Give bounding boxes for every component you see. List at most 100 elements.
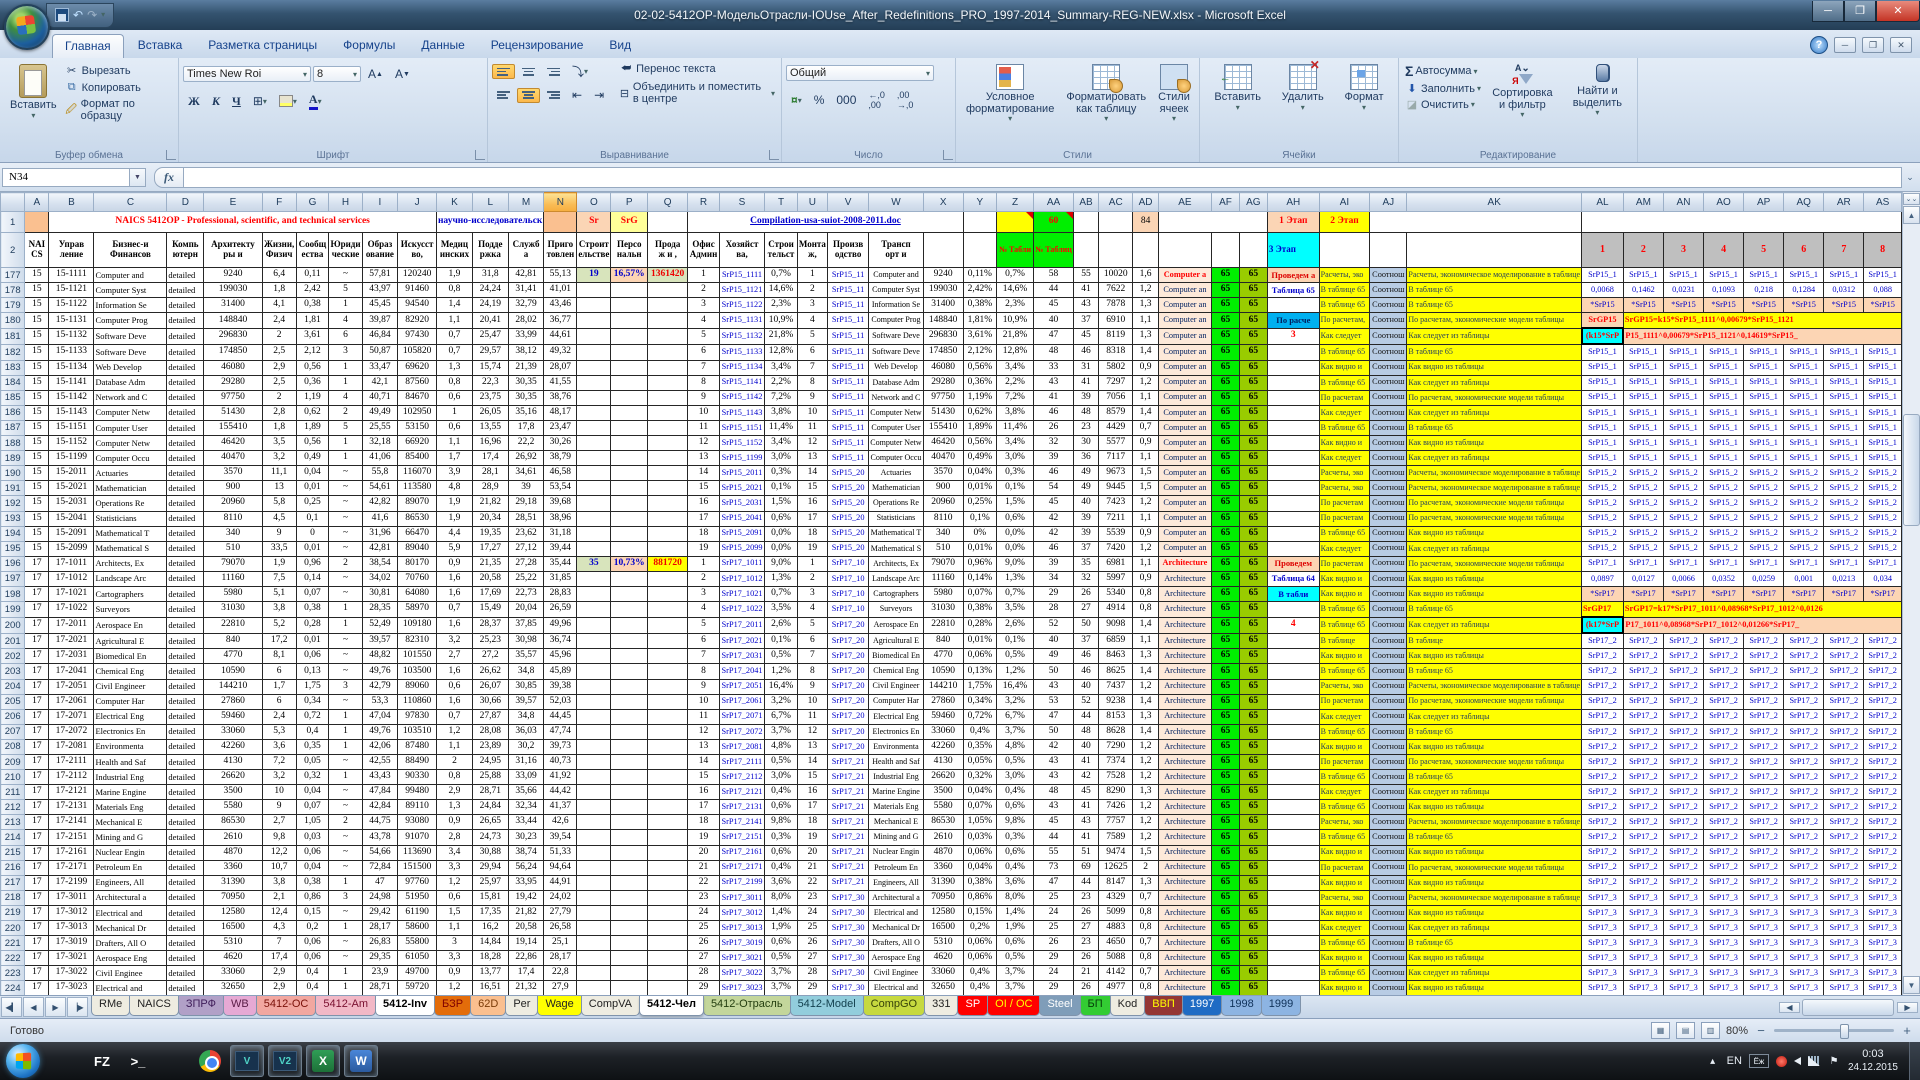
cell[interactable]: 9240 (923, 268, 963, 283)
cell[interactable]: 65 (1212, 981, 1240, 995)
cell[interactable]: 0,6% (997, 936, 1034, 951)
header-cell-D[interactable]: Компьютерн (167, 233, 204, 268)
cell[interactable]: 33060 (923, 724, 963, 739)
cell[interactable]: 53,3 (362, 694, 398, 709)
cell[interactable]: Architecture (1158, 602, 1211, 618)
cell[interactable]: Engineers, All (94, 875, 167, 890)
cell[interactable]: 15-1199 (49, 451, 94, 466)
cell[interactable]: SrP15_20 (827, 541, 868, 556)
cell[interactable]: 1,1 (436, 739, 472, 754)
cell[interactable]: 93080 (398, 815, 437, 830)
cell[interactable]: 1,9 (436, 268, 472, 283)
cell[interactable]: SrP17_3 (1744, 966, 1784, 981)
cell[interactable]: 30,35 (508, 375, 544, 390)
cell[interactable]: Соотнош (1370, 905, 1407, 920)
cell[interactable]: 1,1 (436, 436, 472, 451)
taskbar-icon-filezilla[interactable]: FZ (86, 1046, 118, 1076)
cell[interactable]: SrP17_2 (1784, 785, 1824, 800)
cell[interactable]: SrP17_3022 (719, 966, 764, 981)
format-painter-button[interactable]: 🖉Формат по образцу (63, 97, 174, 123)
cell[interactable]: Mechanical E (869, 815, 923, 830)
row-header-201[interactable]: 201 (1, 633, 25, 649)
cell[interactable]: Surveyors (869, 602, 923, 618)
cell[interactable]: SrP15_2 (1744, 466, 1784, 481)
cell[interactable]: detailed (167, 800, 204, 815)
cell[interactable]: SrP15_2 (1864, 466, 1902, 481)
cell[interactable]: 340 (204, 526, 263, 541)
header-cell-AK[interactable] (1407, 233, 1582, 268)
cell[interactable]: 91070 (398, 830, 437, 845)
cell[interactable]: 17-2131 (49, 800, 94, 815)
cell[interactable]: Architecture (1158, 649, 1211, 664)
header-cell-AO[interactable]: 4 (1704, 233, 1744, 268)
cell[interactable]: 65 (1212, 511, 1240, 526)
cell[interactable]: По расчетам, экономические модели таблиц… (1407, 511, 1582, 526)
cell[interactable]: Computer an (1158, 526, 1211, 541)
cell[interactable] (611, 770, 648, 785)
cell[interactable]: 199030 (204, 283, 263, 298)
cell[interactable] (963, 212, 996, 233)
cell[interactable]: Как следует из таблицы (1407, 328, 1582, 344)
cell[interactable]: 3 (797, 298, 827, 313)
cell[interactable]: 16,2 (472, 921, 508, 936)
cell[interactable] (611, 298, 648, 313)
row-header-212[interactable]: 212 (1, 800, 25, 815)
cell[interactable]: SrP17_2 (1663, 694, 1703, 709)
cell[interactable]: SrP17_2 (1582, 860, 1624, 875)
cell[interactable]: SrP17_2 (1824, 739, 1864, 754)
cell[interactable]: SrP17_2 (1784, 724, 1824, 739)
cell[interactable]: 0,088 (1864, 283, 1902, 298)
cell[interactable]: 1,9% (765, 921, 798, 936)
cell[interactable]: 84670 (398, 390, 437, 405)
cell[interactable]: 3,7% (765, 966, 798, 981)
cell[interactable]: 20 (797, 845, 827, 860)
cell[interactable]: 21,39 (508, 360, 544, 375)
cell[interactable]: SrP17_3 (1704, 966, 1744, 981)
cell[interactable]: SrP17_2 (1623, 815, 1663, 830)
cell[interactable]: 0,86 (296, 890, 329, 905)
cell[interactable]: 1,89 (296, 420, 329, 435)
cell[interactable]: 94540 (398, 298, 437, 313)
cell[interactable]: 11,4% (765, 420, 798, 435)
cell[interactable]: 49,76 (362, 664, 398, 679)
cell[interactable]: 0,9 (1133, 360, 1158, 375)
cell[interactable]: SrP15_1133 (719, 344, 764, 360)
cell[interactable]: 5997 (1099, 571, 1133, 586)
cell[interactable]: 0,4% (765, 785, 798, 800)
cell[interactable]: SrP15_1142 (719, 390, 764, 405)
cell[interactable]: 0,56 (296, 360, 329, 375)
cell[interactable] (648, 951, 688, 966)
cell[interactable]: 17-2171 (49, 860, 94, 875)
cell[interactable]: 15-1133 (49, 344, 94, 360)
cell[interactable]: 14,6% (765, 283, 798, 298)
cell[interactable]: 31390 (923, 875, 963, 890)
cell[interactable]: 43 (1034, 679, 1074, 694)
cell[interactable]: Computer Har (869, 694, 923, 709)
cell[interactable]: SrP17_2 (1582, 664, 1624, 679)
cell[interactable] (611, 966, 648, 981)
cell[interactable]: 7297 (1099, 375, 1133, 390)
cell[interactable]: 0,72% (963, 709, 996, 724)
cell[interactable]: 65 (1239, 556, 1267, 571)
cell[interactable] (1099, 212, 1133, 233)
cell[interactable]: SrP17_2 (1864, 800, 1902, 815)
cell[interactable]: 31,18 (544, 526, 577, 541)
cell[interactable] (577, 649, 611, 664)
cell[interactable]: Как видно из таблицы (1407, 875, 1582, 890)
cell[interactable]: 28,17 (544, 951, 577, 966)
increase-decimal-button[interactable]: ←,0,00 (863, 88, 890, 112)
cell[interactable] (1267, 298, 1319, 313)
cell[interactable]: 0,0231 (1663, 283, 1703, 298)
cell[interactable] (611, 860, 648, 875)
cell[interactable]: SrP15_2 (1864, 526, 1902, 541)
cell[interactable]: SrP17_2171 (719, 860, 764, 875)
sheet-tab-1999[interactable]: 1999 (1261, 996, 1301, 1016)
format-as-table-button[interactable]: Форматировать как таблицу▾ (1060, 61, 1152, 126)
cell[interactable]: 24,95 (472, 755, 508, 770)
cell[interactable]: 36,03 (508, 724, 544, 739)
cell[interactable]: Computer an (1158, 436, 1211, 451)
cell[interactable]: 1,3% (997, 571, 1034, 586)
cell[interactable]: 22810 (923, 617, 963, 633)
cell[interactable]: 9098 (1099, 617, 1133, 633)
cell[interactable] (577, 617, 611, 633)
